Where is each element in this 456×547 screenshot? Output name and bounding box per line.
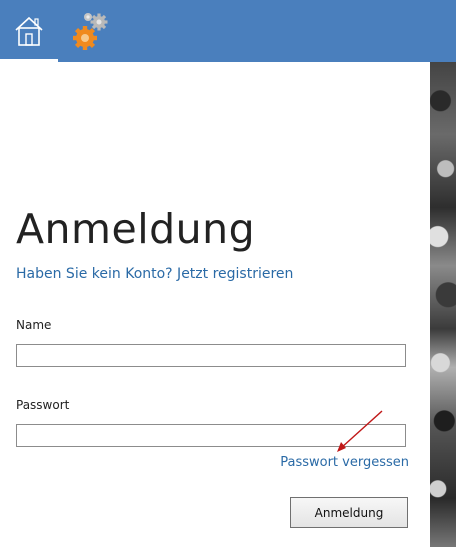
password-input[interactable] (16, 424, 406, 447)
password-label: Passwort (16, 398, 70, 412)
register-link[interactable]: Haben Sie kein Konto? Jetzt registrieren (16, 266, 293, 282)
settings-button[interactable] (66, 8, 116, 56)
top-bar (0, 0, 456, 62)
login-button[interactable]: Anmeldung (290, 497, 408, 528)
forgot-password-link[interactable]: Passwort vergessen (280, 455, 409, 470)
home-button[interactable] (0, 0, 58, 62)
name-input[interactable] (16, 344, 406, 367)
background-photo (430, 62, 456, 547)
page-title: Anmeldung (16, 205, 256, 253)
home-icon (15, 16, 43, 46)
name-label: Name (16, 318, 52, 332)
gears-icon (73, 13, 108, 50)
